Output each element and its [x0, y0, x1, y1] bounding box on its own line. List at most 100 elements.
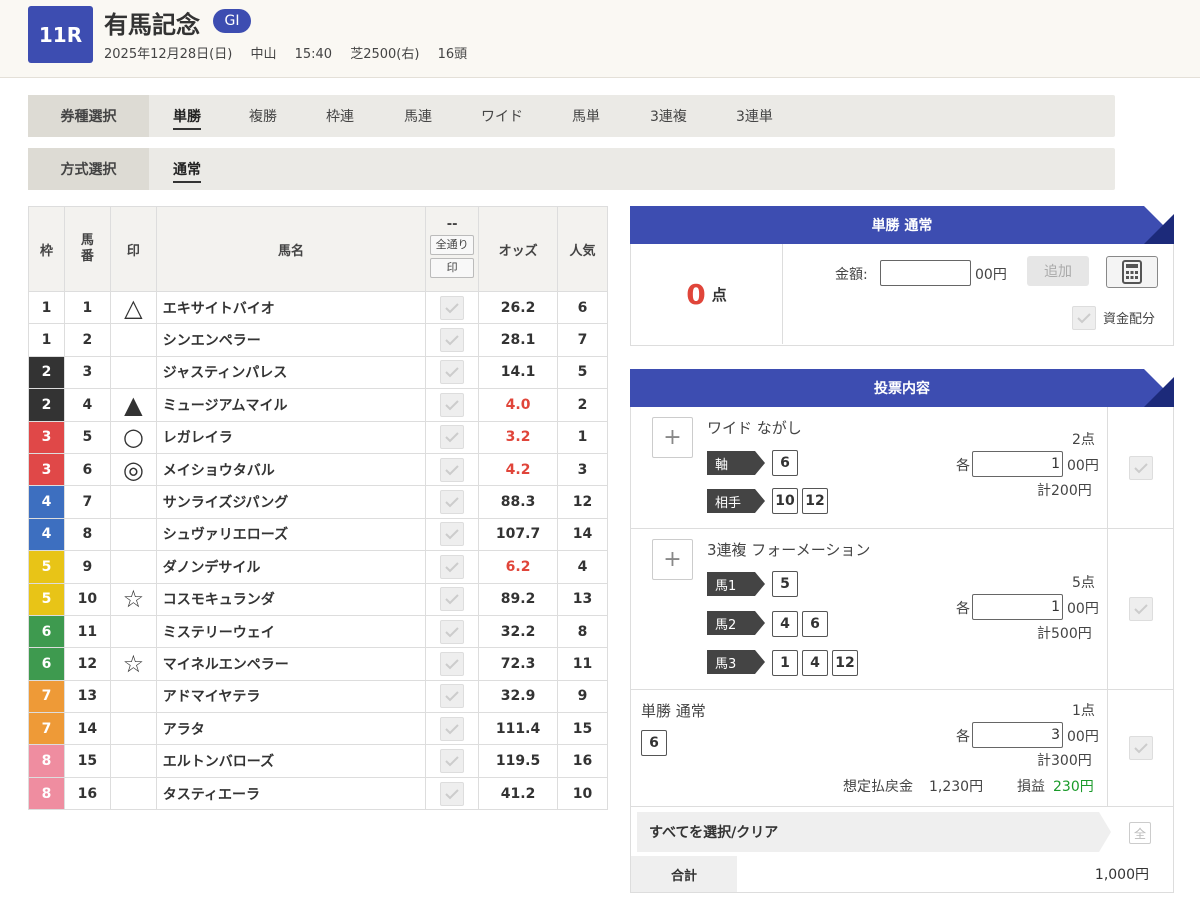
mark-cell[interactable]: [109, 323, 157, 357]
number-group: 6: [641, 730, 671, 756]
table-row: 3 6 ◎ メイショウタバル 4.2 3: [28, 452, 608, 487]
horse-checkbox[interactable]: [440, 554, 465, 579]
horse-checkbox[interactable]: [440, 651, 465, 676]
odds-value: 32.9: [478, 679, 559, 714]
tab-wakuren[interactable]: 枠連: [326, 106, 354, 126]
expand-plus-icon[interactable]: +: [652, 417, 693, 458]
expand-plus-icon[interactable]: +: [652, 539, 693, 580]
grade-badge: GⅠ: [213, 9, 251, 33]
horse-checkbox[interactable]: [440, 425, 465, 450]
number-group: 46: [772, 611, 832, 637]
odds-value: 26.2: [478, 290, 559, 325]
row-label-uma2: 馬2: [707, 611, 765, 635]
entry-checkbox[interactable]: [1128, 597, 1153, 621]
mark-cell[interactable]: ☆: [109, 582, 157, 616]
number-group: 6: [772, 450, 802, 476]
entry-checkbox[interactable]: [1128, 455, 1153, 480]
entry-amount-unit: 00円: [1067, 458, 1099, 474]
row-label-aite: 相手: [707, 489, 765, 513]
select-all-button[interactable]: 全: [1129, 822, 1151, 844]
odds-value: 3.2: [478, 420, 559, 454]
horse-name: ダノンデサイル: [155, 550, 427, 584]
horse-checkbox[interactable]: [440, 781, 465, 806]
tab-sanrenpuku[interactable]: 3連複: [650, 106, 687, 126]
horse-checkbox[interactable]: [440, 328, 465, 353]
total-label: 合計: [631, 856, 737, 892]
select-cell: [425, 388, 480, 422]
entry-amount-input[interactable]: 3: [972, 722, 1063, 748]
horse-checkbox[interactable]: [440, 522, 465, 547]
waku-number: 8: [28, 776, 65, 811]
horse-checkbox[interactable]: [440, 457, 465, 482]
popularity-value: 14: [557, 517, 608, 552]
horse-checkbox[interactable]: [440, 295, 465, 320]
mark-cell[interactable]: [109, 712, 157, 746]
mark-cell[interactable]: [109, 355, 157, 390]
horse-checkbox[interactable]: [440, 490, 465, 515]
col-check: -- 全通り 印: [425, 206, 480, 292]
bet-type-label: 券種選択: [28, 95, 149, 137]
horse-checkbox[interactable]: [440, 587, 465, 612]
horse-table: 枠 馬番 印 馬名 -- 全通り 印 オッズ 人気 1 1 △ エキサイトバイオ 26.…: [28, 206, 608, 811]
select-cell: [425, 582, 480, 616]
mark-cell[interactable]: [109, 614, 157, 649]
select-cell: [425, 744, 480, 778]
waku-number: 4: [28, 517, 65, 552]
entry-amount-unit: 00円: [1067, 729, 1099, 745]
entry-type: 3連複 フォーメーション: [707, 541, 871, 559]
horse-number: 15: [63, 744, 111, 778]
table-row: 6 12 ☆ マイネルエンペラー 72.3 11: [28, 647, 608, 681]
entry-amount-input[interactable]: 1: [972, 594, 1063, 620]
popularity-value: 7: [557, 323, 608, 357]
horse-checkbox[interactable]: [440, 392, 465, 417]
horse-checkbox[interactable]: [440, 716, 465, 741]
mark-cell[interactable]: △: [109, 290, 157, 325]
mark-cell[interactable]: ◎: [109, 452, 157, 487]
amount-input[interactable]: [880, 260, 971, 286]
select-cell: [425, 290, 480, 325]
horse-checkbox[interactable]: [440, 684, 465, 709]
tab-umatan[interactable]: 馬単: [572, 106, 600, 126]
mark-select-button[interactable]: 印: [430, 258, 475, 278]
race-venue: 中山: [250, 47, 277, 62]
add-button[interactable]: 追加: [1027, 256, 1089, 286]
popularity-value: 13: [557, 582, 608, 616]
slip-entry-sanrenpuku: + 3連複 フォーメーション 馬1 5 馬2 46 馬3 1 4 12 5点 各 1…: [631, 529, 1173, 690]
amount-label: 金額:: [835, 267, 868, 283]
tab-tansho[interactable]: 単勝: [173, 106, 201, 130]
entry-amount-input[interactable]: 1: [972, 451, 1063, 477]
tab-method-normal[interactable]: 通常: [173, 159, 201, 183]
popularity-value: 5: [557, 355, 608, 390]
mark-cell[interactable]: [109, 744, 157, 778]
mark-cell[interactable]: [109, 485, 157, 519]
mark-cell[interactable]: ▲: [109, 388, 157, 422]
fund-allocation-checkbox[interactable]: [1072, 306, 1096, 330]
mark-cell[interactable]: [109, 517, 157, 552]
table-row: 8 16 タスティエーラ 41.2 10: [28, 776, 608, 811]
mark-cell[interactable]: [109, 776, 157, 811]
tab-sanrentan[interactable]: 3連単: [736, 106, 773, 126]
tab-umaren[interactable]: 馬連: [404, 106, 432, 126]
mark-cell[interactable]: ○: [109, 420, 157, 454]
mark-cell[interactable]: [109, 550, 157, 584]
col-name: 馬名: [155, 206, 427, 292]
col-mark: 印: [109, 206, 157, 292]
mark-cell[interactable]: ☆: [109, 647, 157, 681]
waku-number: 1: [28, 290, 65, 325]
select-all-bar[interactable]: すべてを選択/クリア: [637, 812, 1099, 852]
tab-wide[interactable]: ワイド: [481, 106, 523, 126]
mark-cell[interactable]: [109, 679, 157, 714]
col-odds: オッズ: [478, 206, 559, 292]
odds-value: 4.2: [478, 452, 559, 487]
race-runners: 16頭: [437, 47, 468, 62]
horse-checkbox[interactable]: [440, 619, 465, 644]
horse-number: 16: [63, 776, 111, 811]
tab-fukusho[interactable]: 複勝: [249, 106, 277, 126]
horse-checkbox[interactable]: [440, 749, 465, 774]
select-cell: [425, 355, 480, 390]
entry-checkbox[interactable]: [1128, 736, 1153, 760]
horse-checkbox[interactable]: [440, 360, 465, 385]
all-combo-button[interactable]: 全通り: [430, 235, 475, 255]
calculator-button[interactable]: [1106, 256, 1158, 288]
table-row: 6 11 ミステリーウェイ 32.2 8: [28, 614, 608, 649]
